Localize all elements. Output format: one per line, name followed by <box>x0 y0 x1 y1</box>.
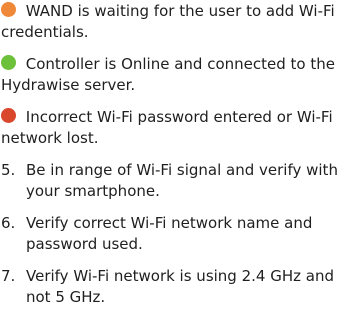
status-text-online: Controller is Online and connected to th… <box>1 55 335 94</box>
troubleshooting-section: WAND is waiting for the user to add Wi-F… <box>1 1 355 308</box>
status-light-list: WAND is waiting for the user to add Wi-F… <box>1 1 355 149</box>
step-item: 7. Verify Wi-Fi network is using 2.4 GHz… <box>1 266 355 308</box>
status-text-error: Incorrect Wi-Fi password entered or Wi-F… <box>1 108 333 147</box>
orange-status-dot-icon <box>1 2 16 17</box>
status-item-green: Controller is Online and connected to th… <box>1 54 355 96</box>
status-item-red: Incorrect Wi-Fi password entered or Wi-F… <box>1 107 355 149</box>
step-item: 6. Verify correct Wi-Fi network name and… <box>1 213 355 255</box>
red-status-dot-icon <box>1 108 16 123</box>
green-status-dot-icon <box>1 55 16 70</box>
step-number: 7. <box>1 267 16 285</box>
status-item-orange: WAND is waiting for the user to add Wi-F… <box>1 1 355 43</box>
step-text: Verify correct Wi-Fi network name and pa… <box>26 214 313 253</box>
status-text-waiting: WAND is waiting for the user to add Wi-F… <box>1 2 335 41</box>
step-item: 5. Be in range of Wi-Fi signal and verif… <box>1 160 355 202</box>
step-number: 6. <box>1 214 16 232</box>
step-number: 5. <box>1 161 16 179</box>
troubleshooting-steps: 5. Be in range of Wi-Fi signal and verif… <box>1 160 355 308</box>
step-text: Be in range of Wi-Fi signal and verify w… <box>26 161 338 200</box>
step-text: Verify Wi-Fi network is using 2.4 GHz an… <box>26 267 334 306</box>
